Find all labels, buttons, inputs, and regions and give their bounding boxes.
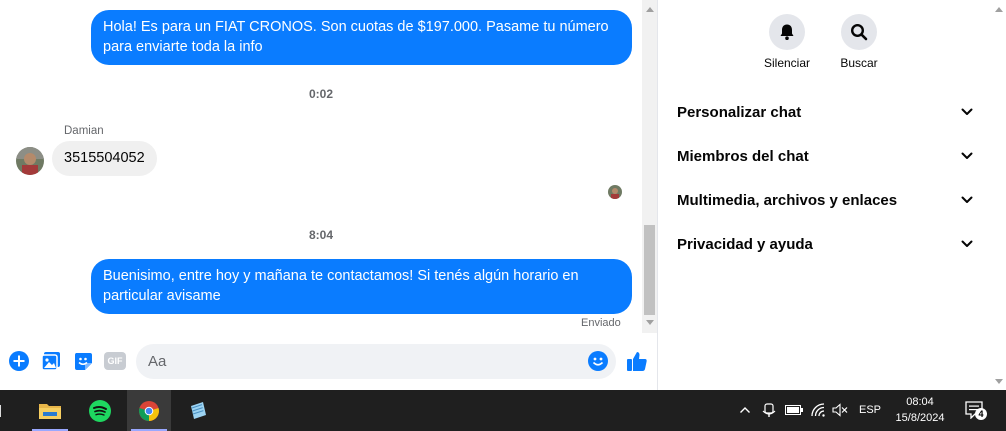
clock-date: 15/8/2024 <box>895 412 945 424</box>
chevron-down-icon <box>959 236 975 252</box>
chevron-up-icon[interactable] <box>737 400 753 420</box>
incoming-message[interactable]: 3515504052 <box>52 141 157 176</box>
gif-icon[interactable]: GIF <box>103 349 127 373</box>
message-text-line: para enviarte toda la info <box>103 39 263 55</box>
volume-muted-icon[interactable] <box>831 400 849 420</box>
spotify-icon[interactable] <box>78 390 122 431</box>
message-text: 3515504052 <box>64 150 145 166</box>
message-text-line: Buenisimo, entre hoy y mañana te contact… <box>103 268 579 284</box>
scroll-down-arrow-icon[interactable] <box>646 320 654 325</box>
section-label: Miembros del chat <box>677 147 809 165</box>
chevron-down-icon <box>959 148 975 164</box>
search-label: Buscar <box>840 56 878 70</box>
search-action[interactable]: Buscar <box>824 14 894 70</box>
scroll-up-arrow-icon[interactable] <box>646 7 654 12</box>
sender-name: Damian <box>64 125 104 137</box>
clock-time: 08:04 <box>906 396 934 408</box>
wifi-icon[interactable] <box>810 400 828 420</box>
section-chat-members[interactable]: Miembros del chat <box>677 144 975 168</box>
timestamp: 8:04 <box>308 228 334 242</box>
chevron-down-icon <box>959 192 975 208</box>
section-privacy-help[interactable]: Privacidad y ayuda <box>677 232 975 256</box>
read-receipt-avatar <box>608 185 622 199</box>
mute-label: Silenciar <box>763 56 811 70</box>
message-status: Enviado <box>581 317 621 329</box>
scroll-down-arrow-icon[interactable] <box>995 379 1003 384</box>
task-view-icon[interactable] <box>0 390 10 431</box>
mute-action[interactable]: Silenciar <box>752 14 822 70</box>
notification-center-icon[interactable]: 4 <box>962 400 988 420</box>
message-input[interactable] <box>136 344 616 379</box>
chevron-down-icon <box>959 104 975 120</box>
meet-now-icon[interactable] <box>761 400 777 420</box>
photo-icon[interactable] <box>39 349 63 373</box>
scroll-thumb[interactable] <box>644 225 655 315</box>
section-label: Multimedia, archivos y enlaces <box>677 191 898 209</box>
language-indicator[interactable]: ESP <box>856 400 884 420</box>
notepad-icon[interactable] <box>176 390 220 431</box>
composer: GIF <box>0 333 657 390</box>
chat-scrollbar[interactable] <box>642 0 657 333</box>
avatar[interactable] <box>16 147 44 175</box>
bell-icon[interactable] <box>769 14 805 50</box>
taskbar: ESP 08:04 15/8/2024 4 <box>0 390 1006 431</box>
chrome-icon[interactable] <box>127 390 171 431</box>
notification-count-badge: 4 <box>975 408 987 420</box>
scroll-up-arrow-icon[interactable] <box>995 7 1003 12</box>
gif-label: GIF <box>107 356 123 366</box>
emoji-icon[interactable] <box>586 349 610 373</box>
timestamp: 0:02 <box>308 87 334 101</box>
chat-thread: Hola! Es para un FIAT CRONOS. Son cuotas… <box>0 0 642 390</box>
file-explorer-icon[interactable] <box>28 390 72 431</box>
battery-icon[interactable] <box>784 400 804 420</box>
section-customize-chat[interactable]: Personalizar chat <box>677 100 975 124</box>
outgoing-message[interactable]: Hola! Es para un FIAT CRONOS. Son cuotas… <box>91 10 632 65</box>
panel-scrollbar[interactable] <box>991 0 1006 390</box>
clock[interactable]: 08:04 15/8/2024 <box>888 394 952 426</box>
section-label: Privacidad y ayuda <box>677 235 813 253</box>
message-text-line: particular avisame <box>103 288 221 304</box>
thumbs-up-icon[interactable] <box>625 349 649 373</box>
sticker-icon[interactable] <box>71 349 95 373</box>
search-icon[interactable] <box>841 14 877 50</box>
outgoing-message[interactable]: Buenisimo, entre hoy y mañana te contact… <box>91 259 632 314</box>
section-label: Personalizar chat <box>677 103 802 121</box>
message-text-line: Hola! Es para un FIAT CRONOS. Son cuotas… <box>103 19 609 35</box>
chat-info-panel: Silenciar Buscar Personalizar chat Miemb… <box>658 0 991 390</box>
plus-icon[interactable] <box>7 349 31 373</box>
section-media-files-links[interactable]: Multimedia, archivos y enlaces <box>677 188 975 212</box>
